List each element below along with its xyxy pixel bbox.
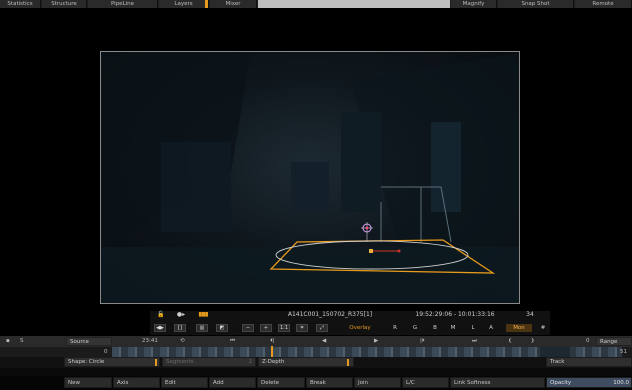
timecode-range: 19:52:29:06 - 10:01:33:16	[415, 311, 495, 318]
opacity-label: Opacity	[550, 380, 572, 386]
go-end-icon[interactable]: ⏭	[472, 336, 477, 347]
transport-row: ▪ S Source 23:41 ⟲ ⏮ ⏴| ◀ ▶ |⏵ ⏭ ❨ ❩ 0 R…	[0, 336, 632, 347]
loop-icon[interactable]: ⟲	[180, 336, 185, 347]
record-icon[interactable]: ●▸	[176, 311, 186, 319]
mon-button[interactable]: Mon	[506, 324, 532, 332]
step-forward-icon[interactable]: |⏵	[420, 336, 425, 347]
image-view-button[interactable]: ◩	[216, 324, 228, 332]
tab-mixer[interactable]: Mixer	[210, 0, 257, 8]
one-to-one-button[interactable]: 1:1	[278, 324, 290, 332]
fit-button[interactable]: ⟦⟧	[174, 324, 186, 332]
tab-layers[interactable]: Layers	[159, 0, 209, 8]
channel-a-button[interactable]: A	[486, 324, 496, 332]
timeline-gap	[540, 347, 570, 357]
new-button[interactable]: New	[64, 377, 112, 388]
hash-icon[interactable]: #	[538, 324, 548, 332]
spacer-row	[0, 368, 632, 376]
go-start-icon[interactable]: ⏮	[230, 336, 235, 347]
levels-icon[interactable]: ▮▮▮▮	[196, 311, 210, 319]
lock-icon[interactable]: 🔓	[156, 311, 166, 319]
tab-pipeline[interactable]: PipeLine	[88, 0, 158, 8]
segments-label: Segments	[166, 359, 194, 365]
mark-out-icon[interactable]: ❩	[530, 336, 535, 347]
zoom-out-button[interactable]: −	[242, 324, 254, 332]
zoom-in-button[interactable]: +	[260, 324, 272, 332]
overlay-button[interactable]: Overlay	[340, 324, 380, 332]
shape-select[interactable]: Shape: Circle	[64, 357, 160, 367]
frame-button[interactable]: ⌗	[296, 324, 308, 332]
play-icon[interactable]: ▶	[374, 336, 378, 347]
zdepth-field[interactable]: Z-Depth	[258, 357, 354, 367]
tab-bar-spacer	[258, 0, 450, 8]
delete-button[interactable]: Delete	[257, 377, 305, 388]
tab-snap-shot[interactable]: Snap Shot	[498, 0, 574, 8]
left-icon: ▪	[6, 338, 10, 344]
lc-button[interactable]: L/C	[402, 377, 449, 388]
segments-value: 1	[248, 359, 253, 365]
top-tab-bar: Statistics Structure PipeLine Layers Mix…	[0, 0, 632, 8]
source-field[interactable]: Source	[66, 337, 112, 346]
tab-structure[interactable]: Structure	[42, 0, 87, 8]
player-info-row: 🔓 ●▸ ▮▮▮▮ A141C001_150702_R375[1] 19:52:…	[150, 311, 550, 322]
mark-in-icon[interactable]: ❨	[508, 336, 513, 347]
player-controls: 🔓 ●▸ ▮▮▮▮ A141C001_150702_R375[1] 19:52:…	[150, 311, 550, 335]
link-softness-button[interactable]: Link Softness	[450, 377, 545, 388]
zero-right: 0	[586, 338, 590, 344]
tab-remote[interactable]: Remote	[575, 0, 632, 8]
fullscreen-button[interactable]: ⤢	[316, 324, 328, 332]
edit-button[interactable]: Edit	[161, 377, 208, 388]
rewind-button[interactable]: ◀▶	[154, 324, 166, 332]
clip-name: A141C001_150702_R375[1]	[287, 311, 373, 318]
zdepth-label: Z-Depth	[262, 359, 285, 365]
tab-statistics[interactable]: Statistics	[0, 0, 41, 8]
s-label: S	[20, 338, 24, 344]
track-field[interactable]: Track	[546, 357, 632, 367]
channel-m-button[interactable]: M	[448, 324, 458, 332]
frame-count: 34	[526, 311, 534, 318]
source-value: 23:41	[142, 338, 158, 344]
add-button[interactable]: Add	[209, 377, 256, 388]
tab-magnify[interactable]: Magnify	[451, 0, 497, 8]
opacity-value: 100.0	[613, 380, 629, 386]
strip-view-button[interactable]: ▥	[196, 324, 208, 332]
shape-select-marker	[155, 359, 157, 366]
play-back-icon[interactable]: ◀	[322, 336, 326, 347]
timeline-start-value: 0	[104, 349, 108, 355]
segments-field: Segments 1	[162, 357, 256, 367]
channel-r-button[interactable]: R	[390, 324, 400, 332]
axis-button[interactable]: Axis	[113, 377, 160, 388]
channel-g-button[interactable]: G	[410, 324, 420, 332]
channel-l-button[interactable]: L	[468, 324, 478, 332]
player-mode-row: ◀▶ ⟦⟧ ▥ ◩ − + 1:1 ⌗ ⤢ Overlay R G B M L …	[150, 323, 550, 334]
shape-center-handle	[369, 249, 373, 253]
break-button[interactable]: Break	[306, 377, 353, 388]
shape-label: Shape: Circle	[68, 359, 105, 365]
track-label: Track	[550, 359, 565, 365]
range-field[interactable]: Range	[596, 337, 632, 346]
opacity-field[interactable]: Opacity 100.0	[546, 377, 632, 388]
timeline-end-value: 51	[620, 349, 627, 355]
viewer-scene	[101, 52, 519, 303]
join-button[interactable]: Join	[354, 377, 401, 388]
channel-b-button[interactable]: B	[430, 324, 440, 332]
zdepth-marker	[347, 359, 349, 366]
image-viewer[interactable]	[100, 51, 520, 304]
